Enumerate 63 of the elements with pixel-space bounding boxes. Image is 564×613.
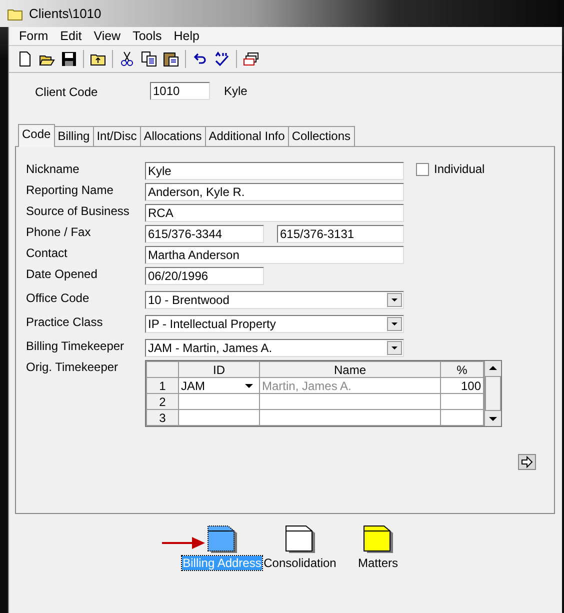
menu-item[interactable]: Tools [126,29,168,43]
scrollbar[interactable] [484,361,501,426]
scissors-icon[interactable] [119,51,135,67]
checkbox-label: Individual [434,162,485,176]
tab[interactable]: Code [18,124,55,147]
clipboard-icon[interactable] [163,51,179,67]
dropdown[interactable]: 10 - Brentwood [145,291,404,309]
table-cell: Martin, James A. [260,378,440,394]
field-label: Client Code [35,84,99,99]
field-label: Source of Business [26,204,130,218]
text-field[interactable]: Anderson, Kyle R. [145,183,404,201]
new-document-icon[interactable] [17,51,33,67]
folder-icon[interactable] [363,525,393,553]
date-field[interactable]: 06/20/1996 [145,267,264,285]
column-header [146,362,178,378]
menu-item[interactable]: View [88,29,127,43]
tab[interactable]: Collections [288,126,355,146]
arrow-icon [162,536,206,550]
column-header: Name [260,362,440,378]
menu-item[interactable]: Edit [54,29,88,43]
field-label: Practice Class [26,315,104,329]
field-label: Billing Timekeeper [26,339,126,353]
text-field[interactable]: Kyle [145,162,404,180]
copy-icon[interactable] [141,51,157,67]
shortcut-label[interactable]: Matters [356,556,399,570]
arrow-button[interactable] [518,454,536,470]
row-header: 2 [146,394,178,410]
menu-item[interactable]: Help [168,29,206,43]
menu-item[interactable]: Form [13,29,54,43]
field-label: Orig. Timekeeper [26,360,120,374]
row-header: 3 [146,410,178,426]
field-label: Phone / Fax [26,225,92,239]
field-label: Date Opened [26,267,98,281]
folder-icon [7,6,23,20]
field-label: Reporting Name [26,183,114,197]
dropdown[interactable]: JAM - Martin, James A. [145,339,404,357]
folder-icon[interactable] [207,525,237,553]
field-label: Office Code [26,291,90,305]
window-title: Clients\1010 [29,6,102,21]
caret-icon[interactable] [387,341,402,355]
field-label: Nickname [26,162,80,176]
column-header: ID [178,362,260,378]
checkbox[interactable] [416,162,429,176]
undo-icon[interactable] [192,51,208,67]
table-cell[interactable] [178,410,260,426]
caret-icon[interactable] [387,317,402,331]
phone-field[interactable]: 615/376-3344 [145,225,264,243]
table-cell[interactable] [178,394,260,410]
text-field[interactable]: Martha Anderson [145,246,404,264]
column-header: % [440,362,484,378]
row-header: 1 [146,378,178,394]
field-label: Contact [26,246,68,260]
folder-icon[interactable] [285,525,315,553]
dropdown[interactable]: IP - Intellectual Property [145,315,404,333]
fax-field[interactable]: 615/376-3131 [277,225,404,243]
text-field[interactable]: RCA [145,204,404,222]
caret-icon[interactable] [387,293,402,307]
checkmark-icon[interactable] [214,51,230,67]
client-code-field[interactable]: 1010 [150,82,210,100]
client-name: Kyle [224,83,248,98]
shortcut-label[interactable]: Consolidation [262,556,338,570]
stacked-cards-icon[interactable] [243,51,259,67]
table-cell[interactable]: JAM [178,378,260,394]
